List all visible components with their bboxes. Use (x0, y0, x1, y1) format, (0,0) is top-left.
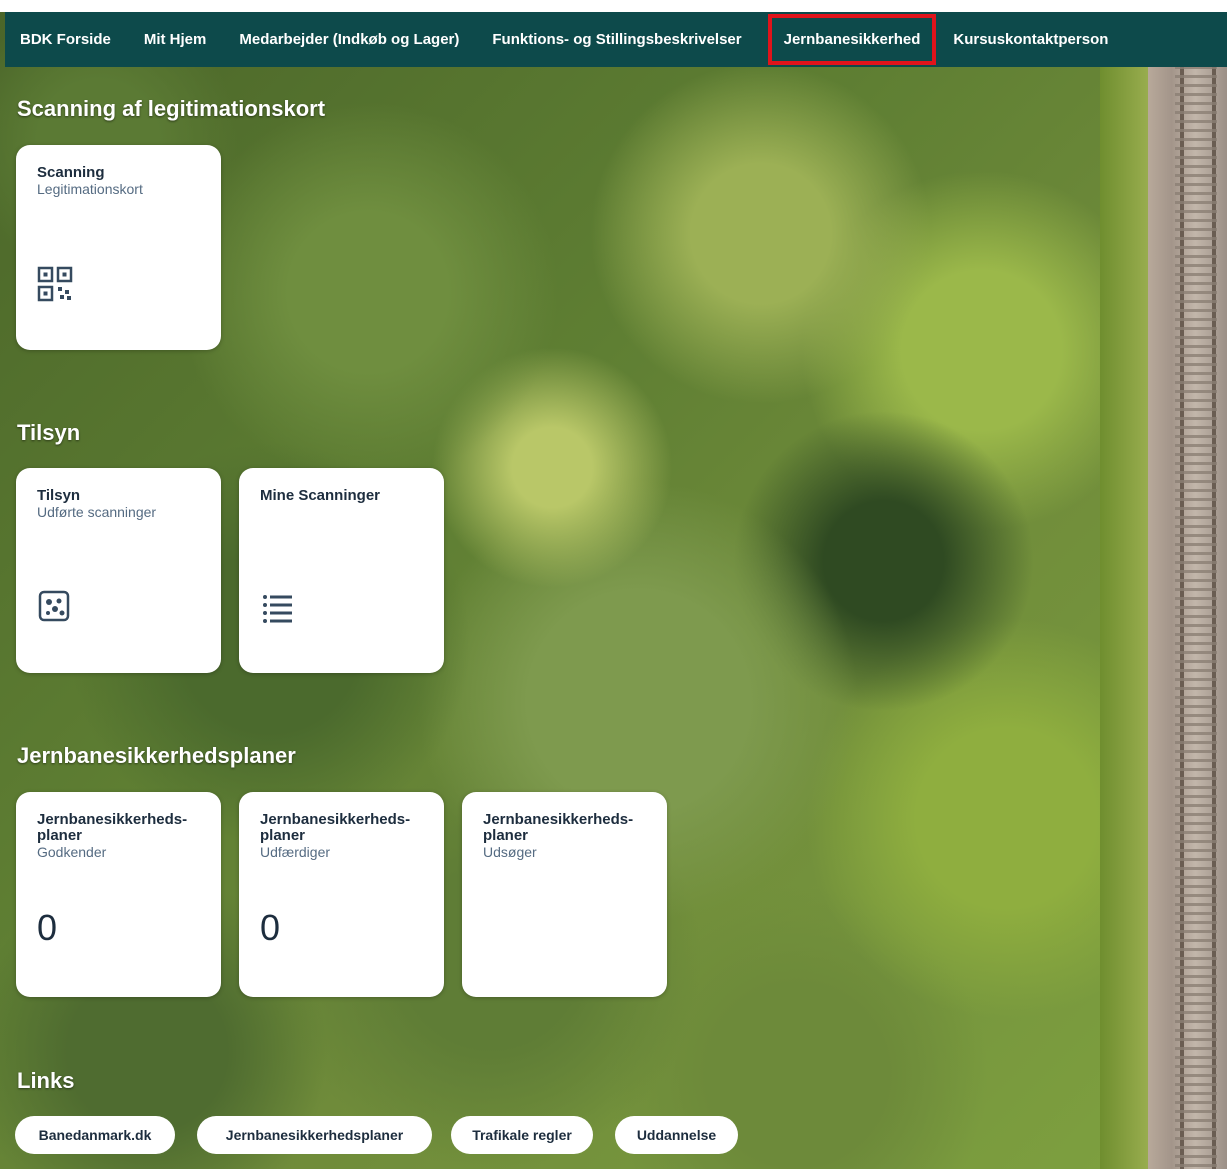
link-banedanmark[interactable]: Banedanmark.dk (15, 1116, 175, 1154)
tile-scanning[interactable]: Scanning Legitimationskort (16, 145, 221, 350)
section-title-jernbanesikkerhedsplaner: Jernbanesikkerhedsplaner (17, 743, 296, 768)
list-icon (260, 589, 296, 625)
tile-count: 0 (37, 907, 58, 948)
tile-subtitle: Udfærdiger (260, 844, 331, 860)
link-trafikale-regler[interactable]: Trafikale regler (451, 1116, 593, 1154)
section-title-tilsyn: Tilsyn (17, 420, 81, 445)
section-title-links: Links (17, 1068, 75, 1093)
tile-subtitle: Udsøger (483, 844, 537, 860)
tile-title: Jernbanesikkerheds-planer (483, 811, 634, 844)
inspection-icon (37, 589, 73, 625)
nav-mit-hjem[interactable]: Mit Hjem (129, 12, 225, 67)
nav-jernbanesikkerhed[interactable]: Jernbanesikkerhed (766, 12, 939, 67)
nav-kursuskontaktperson[interactable]: Kursuskontaktperson (938, 12, 1126, 67)
tile-planer-udfaerdiger[interactable]: Jernbanesikkerheds-planer Udfærdiger 0 (239, 792, 444, 997)
tile-mine-scanninger[interactable]: Mine Scanninger (239, 468, 444, 673)
section-title-scanning: Scanning af legitimationskort (17, 96, 326, 121)
nav-bdk-forside[interactable]: BDK Forside (5, 12, 129, 67)
tile-subtitle: Legitimationskort (37, 181, 143, 197)
tile-title: Jernbanesikkerheds-planer (37, 811, 188, 844)
tile-count: 0 (260, 907, 281, 948)
tile-planer-godkender[interactable]: Jernbanesikkerheds-planer Godkender 0 (16, 792, 221, 997)
tile-title: Jernbanesikkerheds-planer (260, 811, 411, 844)
tile-subtitle: Godkender (37, 844, 107, 860)
tile-title: Mine Scanninger (260, 487, 381, 504)
tile-title: Scanning (37, 164, 105, 181)
tile-tilsyn[interactable]: Tilsyn Udførte scanninger (16, 468, 221, 673)
nav-medarbejder[interactable]: Medarbejder (Indkøb og Lager) (224, 12, 477, 67)
top-navigation-bar: BDK Forside Mit Hjem Medarbejder (Indkøb… (0, 0, 1227, 67)
link-uddannelse[interactable]: Uddannelse (615, 1116, 738, 1154)
tile-title: Tilsyn (37, 487, 81, 504)
link-jernbanesikkerhedsplaner[interactable]: Jernbanesikkerhedsplaner (197, 1116, 432, 1154)
nav-funktions-stillingsbeskrivelser[interactable]: Funktions- og Stillingsbeskrivelser (477, 12, 759, 67)
tile-subtitle: Udførte scanninger (37, 504, 157, 520)
tile-planer-udsoeger[interactable]: Jernbanesikkerheds-planer Udsøger (462, 792, 667, 997)
qr-code-icon (37, 266, 73, 302)
